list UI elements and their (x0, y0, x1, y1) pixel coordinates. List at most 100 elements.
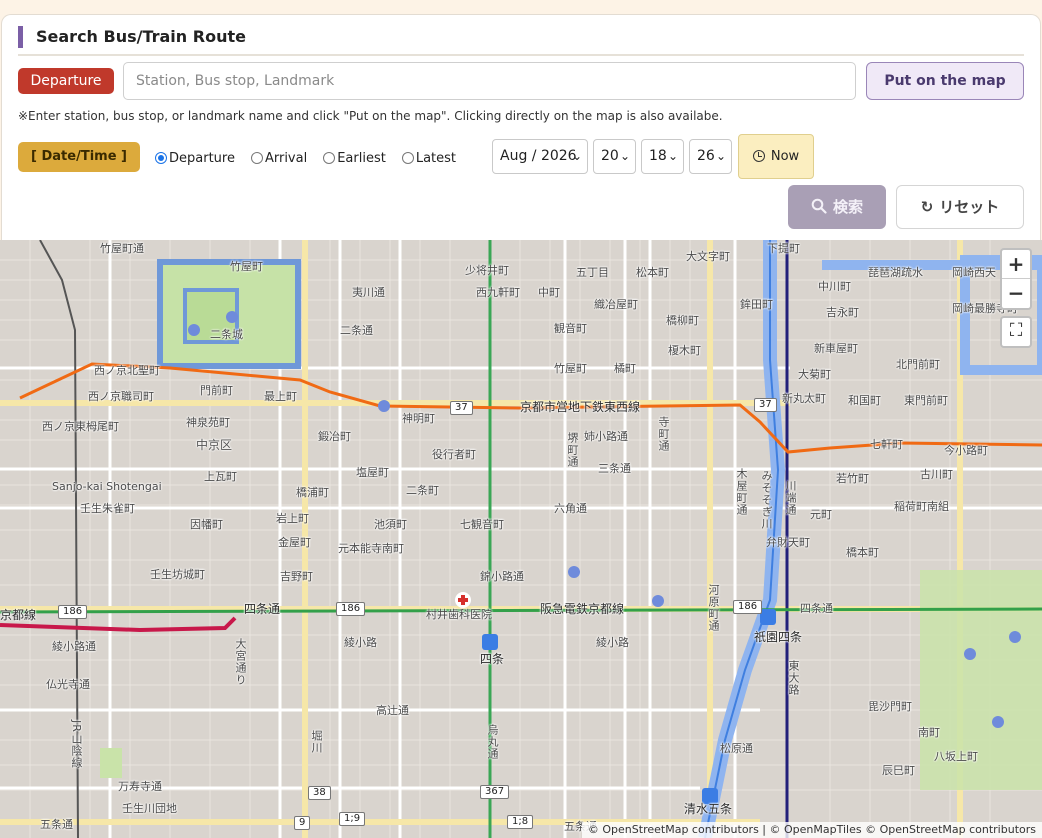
map-label: 七軒町 (870, 438, 903, 451)
radio-earliest-dot[interactable] (323, 152, 336, 164)
radio-earliest-label: Earliest (337, 150, 386, 166)
map-label: 金屋町 (278, 536, 311, 549)
radio-departure-label: Departure (169, 150, 235, 166)
map-label: 壬生坊城町 (150, 568, 205, 581)
map-label: 今小路町 (944, 444, 988, 457)
datetime-badge: [ Date/Time ] (18, 142, 140, 172)
map-label: 元町 (810, 508, 832, 521)
map-label: JR山陰線 (70, 720, 83, 769)
map-label: 琵琶湖疏水 (868, 266, 923, 279)
map-label: 毘沙門町 (868, 700, 912, 713)
map-label: 二条通 (340, 324, 373, 337)
map-label: 松本町 (636, 266, 669, 279)
zoom-in-button[interactable]: + (1002, 250, 1030, 279)
map-label: 綾小路 (344, 636, 377, 649)
map-label: 六角通 (554, 502, 587, 515)
radio-earliest[interactable]: Earliest (323, 151, 386, 166)
map-label: 五丁目 (576, 266, 609, 279)
map-label: 稲荷町南組 (894, 500, 949, 513)
route-badge: 186 (336, 602, 366, 616)
hour-select-value: 18 (649, 148, 667, 164)
map-label: 若竹町 (836, 472, 869, 485)
departure-search-input[interactable] (123, 62, 856, 100)
map-label: 綾小路通 (52, 640, 96, 653)
map-label: 新車屋町 (814, 342, 858, 355)
hour-select[interactable]: 18 ⌄ (641, 139, 684, 174)
radio-latest-label: Latest (415, 150, 457, 166)
day-select[interactable]: 20 ⌄ (593, 139, 636, 174)
map-label: 西九軒町 (476, 286, 520, 299)
reset-icon: ↻ (920, 198, 934, 216)
month-select-value: Aug / 2026 (500, 148, 577, 164)
map-attribution[interactable]: © OpenStreetMap contributors | © OpenMap… (581, 822, 1042, 838)
map-label: 姉小路通 (584, 430, 628, 443)
map-label: 夷川通 (352, 286, 385, 299)
map-label: 鍛冶町 (318, 430, 351, 443)
map-label: 中京区 (196, 438, 233, 452)
radio-latest[interactable]: Latest (401, 150, 457, 166)
radio-arrival-dot[interactable] (250, 152, 263, 164)
map-label: 因幡町 (190, 518, 223, 531)
map-label: 八坂上町 (934, 750, 978, 763)
map-label: 四条 (480, 652, 505, 666)
map-label: 綾小路 (596, 636, 629, 649)
map-label: 上瓦町 (204, 470, 237, 483)
map-label: 仏光寺通 (46, 678, 90, 691)
search-button[interactable]: 検索 (788, 185, 886, 229)
map-label: 三条通 (598, 462, 631, 475)
radio-arrival[interactable]: Arrival (250, 151, 307, 166)
reset-button[interactable]: ↻ リセット (896, 185, 1024, 229)
month-select[interactable]: Aug / 2026 ⌄ (492, 139, 588, 174)
map-label: 二条町 (406, 484, 439, 497)
map-label: 京都線 (0, 608, 37, 622)
map-label: 京都市営地下鉄東西線 (520, 400, 641, 414)
map-label: 松原通 (720, 742, 753, 755)
route-badge: 9 (294, 816, 311, 830)
map-label: 中川町 (818, 280, 851, 293)
map-label: 村井歯科医院 (426, 608, 492, 621)
route-badge: 367 (480, 785, 510, 799)
chevron-down-icon: ⌄ (715, 149, 726, 163)
map-label: Sanjo-kai Shotengai (52, 480, 162, 493)
map-label: 西ノ京北聖町 (94, 364, 160, 377)
radio-latest-dot[interactable] (401, 152, 414, 164)
map-label: 岡崎西天 (952, 266, 996, 279)
search-icon (811, 198, 827, 214)
map-label: 神明町 (402, 412, 435, 425)
map-label: 新丸太町 (782, 392, 826, 405)
map-label: 南町 (918, 726, 940, 739)
radio-departure[interactable]: Departure (155, 151, 235, 166)
route-badge: 37 (450, 401, 473, 415)
map-canvas[interactable] (0, 240, 1042, 838)
radio-departure-dot[interactable] (155, 152, 167, 164)
route-map[interactable]: 37 37 186 186 186 38 367 9 1;9 1;8 竹屋町通 … (0, 240, 1042, 838)
day-select-value: 20 (601, 148, 619, 164)
clock-icon (752, 150, 765, 162)
map-label: 役行者町 (432, 448, 476, 461)
map-label: 錦小路通 (480, 570, 524, 583)
map-label: 川端通 (784, 480, 797, 516)
put-on-map-button[interactable]: Put on the map (866, 62, 1024, 100)
map-label: 神泉苑町 (186, 416, 230, 429)
map-label: 烏丸通 (486, 724, 499, 760)
minute-select[interactable]: 26 ⌄ (689, 139, 732, 174)
map-label: 少将井町 (465, 264, 509, 277)
map-label: 西ノ京職司町 (88, 390, 154, 403)
map-label: 門前町 (200, 384, 233, 397)
map-label: 橋本町 (846, 546, 879, 559)
map-label: 高辻通 (376, 704, 409, 717)
map-label: 北門前町 (896, 358, 940, 371)
map-label: 四条通 (800, 602, 833, 615)
map-label: 東門前町 (904, 394, 948, 407)
zoom-out-button[interactable]: − (1002, 279, 1030, 308)
map-label: 西ノ京東栂尾町 (42, 420, 119, 433)
now-button[interactable]: Now (738, 134, 814, 179)
map-label: 堀川 (310, 730, 323, 754)
fullscreen-button[interactable]: ⛶ (1000, 316, 1032, 348)
map-label: 壬生朱雀町 (80, 502, 135, 515)
chevron-down-icon: ⌄ (619, 149, 630, 163)
time-mode-radio-group: Departure Arrival Earliest Latest (155, 148, 472, 168)
departure-badge: Departure (18, 68, 114, 94)
now-button-label: Now (770, 149, 800, 164)
map-label: 堺町通 (566, 432, 579, 468)
